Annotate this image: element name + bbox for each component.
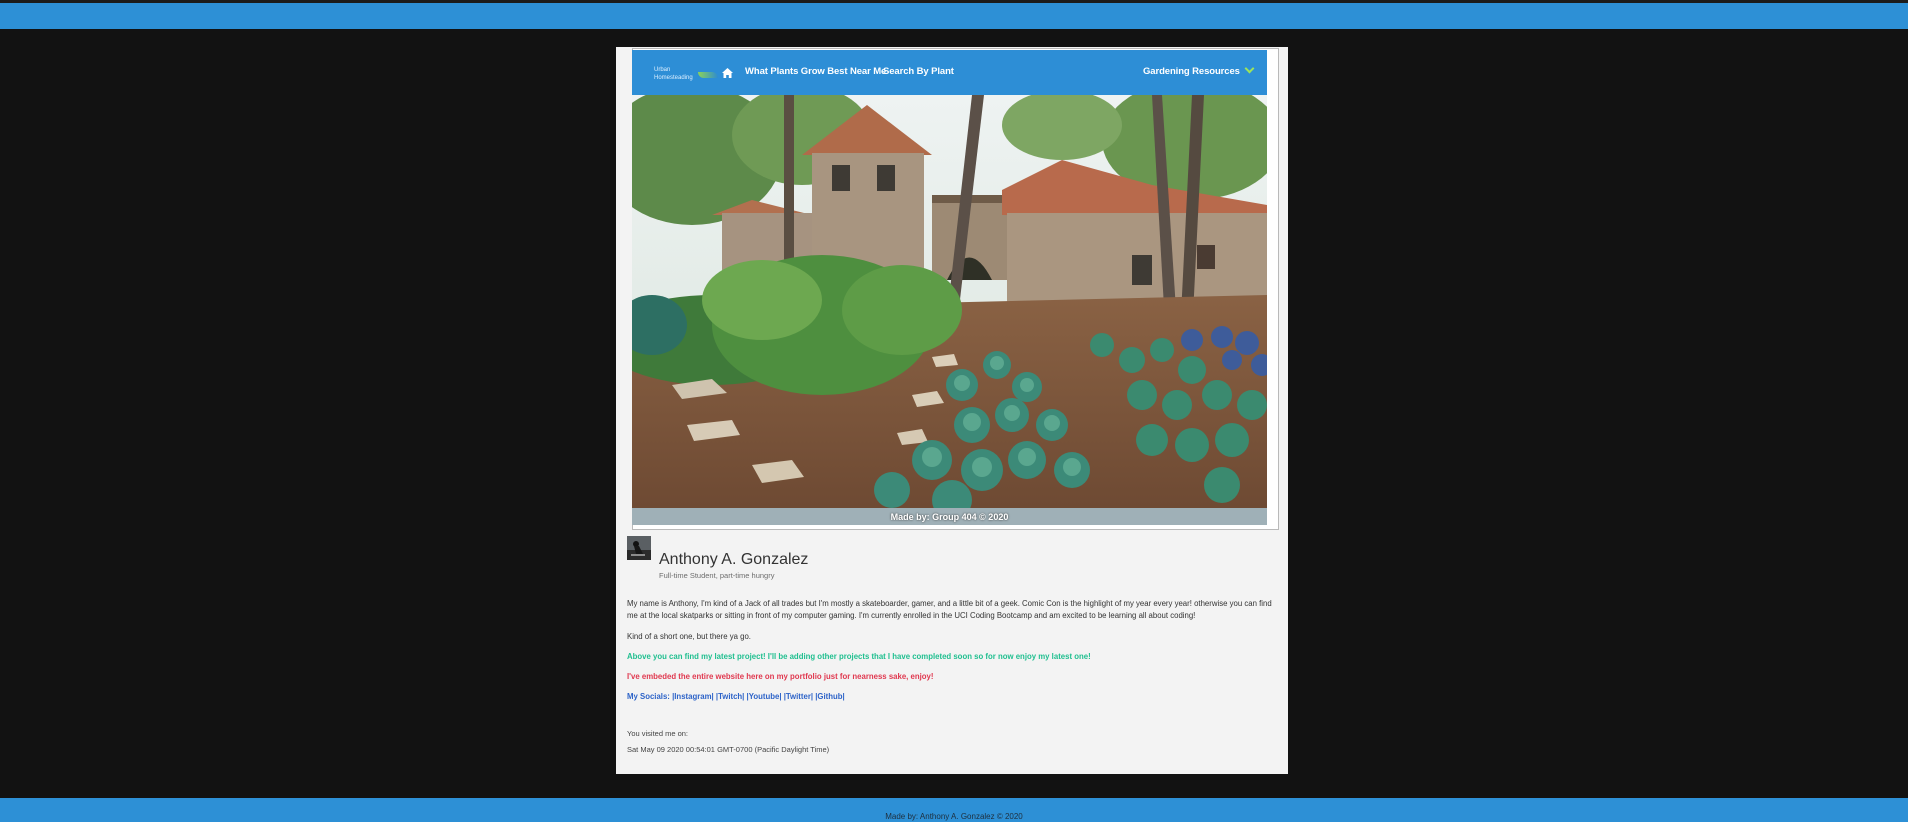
portfolio-card: Urban Homesteading What Plants Grow Best… [616,47,1288,774]
embed-note: I've embeded the entire website here on … [627,672,934,681]
top-banner-bar [0,3,1908,29]
embedded-site-footer: Made by: Group 404 © 2020 [632,508,1267,525]
nav-link-plants-near-me[interactable]: What Plants Grow Best Near Me [745,66,886,77]
github-link[interactable]: |Github| [815,692,844,701]
hero-garden-image [632,95,1267,508]
socials-label: My Socials: [627,692,670,701]
home-icon[interactable] [721,66,734,78]
project-note: Above you can find my latest project! I'… [627,652,1091,661]
twitch-link[interactable]: |Twitch| [716,692,744,701]
embedded-navbar: Urban Homesteading What Plants Grow Best… [632,50,1267,95]
leaf-icon [698,72,718,78]
twitter-link[interactable]: |Twitter| [784,692,813,701]
embedded-site[interactable]: Urban Homesteading What Plants Grow Best… [632,50,1267,525]
nav-link-search-by-plant[interactable]: Search By Plant [883,66,954,77]
profile-tagline: Full-time Student, part-time hungry [659,571,775,580]
youtube-link[interactable]: |Youtube| [747,692,782,701]
visited-label: You visited me on: [627,729,689,738]
page-footer-bar: Made by: Anthony A. Gonzalez © 2020 [0,798,1908,822]
nav-dropdown-label: Gardening Resources [1143,66,1240,77]
instagram-link[interactable]: |Instagram| [672,692,714,701]
bio-short-note: Kind of a short one, but there ya go. [627,632,751,641]
embedded-footer-text: Made by: Group 404 © 2020 [890,511,1009,522]
avatar [627,536,651,560]
profile-name: Anthony A. Gonzalez [659,551,809,568]
nav-dropdown-gardening-resources[interactable]: Gardening Resources [1143,63,1255,77]
bio-paragraph: My name is Anthony, I'm kind of a Jack o… [627,599,1272,620]
visited-date: Sat May 09 2020 00:54:01 GMT-0700 (Pacif… [627,745,830,754]
socials-line: My Socials: |Instagram| |Twitch| |Youtub… [627,691,1277,703]
chevron-down-icon [1244,63,1255,74]
site-logo[interactable]: Urban Homesteading [654,66,718,84]
page-footer-text: Made by: Anthony A. Gonzalez © 2020 [885,811,1023,821]
